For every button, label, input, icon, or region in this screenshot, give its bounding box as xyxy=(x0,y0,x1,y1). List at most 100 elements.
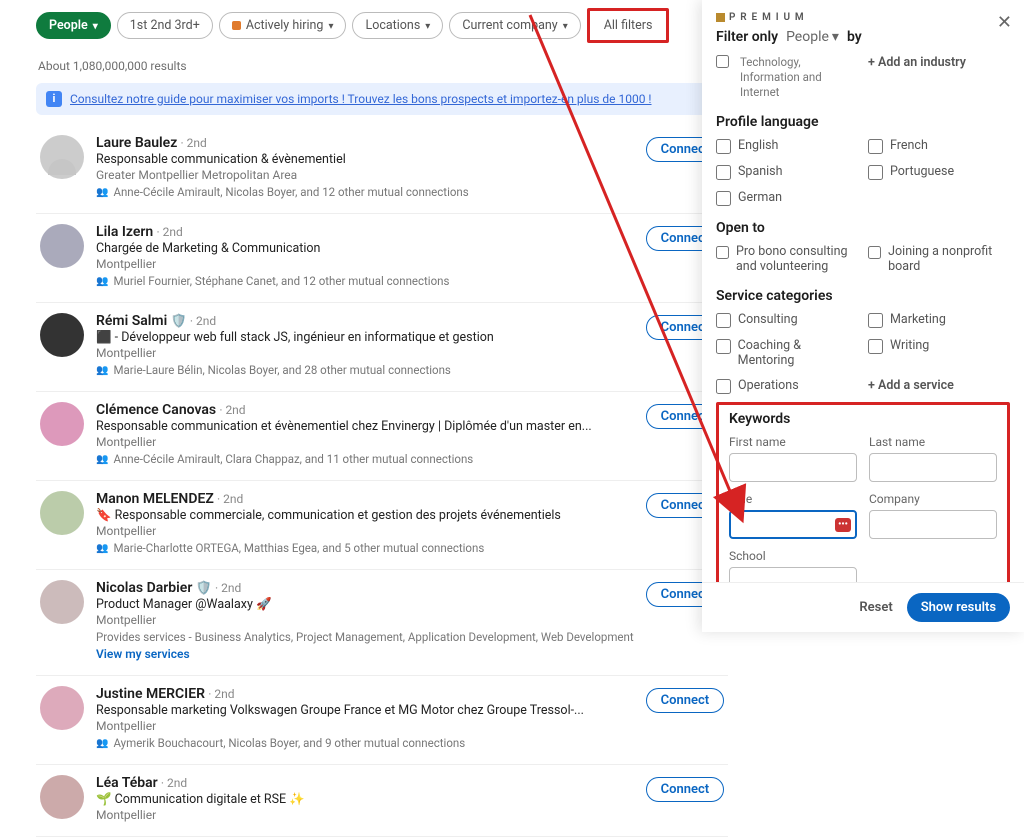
person-row: Rémi Salmi 🛡️ · 2nd ⬛ - Développeur web f… xyxy=(36,303,728,392)
filter-current-company[interactable]: Current company xyxy=(449,12,580,39)
view-services-link[interactable]: View my services xyxy=(96,647,634,661)
filter-people[interactable]: People xyxy=(36,12,111,39)
keywords-highlight: Keywords First name Last name Title ••• … xyxy=(716,402,1010,611)
person-name[interactable]: Léa Tébar xyxy=(96,775,158,791)
person-location: Montpellier xyxy=(96,346,634,360)
connect-button[interactable]: Connect xyxy=(646,777,725,802)
checkbox[interactable] xyxy=(716,55,729,68)
avatar[interactable] xyxy=(40,313,84,357)
person-location: Montpellier xyxy=(96,613,634,627)
connect-button[interactable]: Connect xyxy=(646,688,725,713)
avatar[interactable] xyxy=(40,135,84,179)
close-button[interactable]: ✕ xyxy=(997,12,1012,33)
person-name[interactable]: Rémi Salmi xyxy=(96,313,167,329)
checkbox[interactable] xyxy=(716,339,731,354)
avatar[interactable] xyxy=(40,224,84,268)
company-field: Company xyxy=(869,492,997,539)
mode-filter-only[interactable]: Filter only xyxy=(716,29,778,45)
mutual-icon: 👥 xyxy=(96,543,108,554)
add-industry-link[interactable]: + Add an industry xyxy=(868,55,1010,100)
results-column: About 1,080,000,000 results i Consultez … xyxy=(36,51,728,637)
person-location: Montpellier xyxy=(96,808,634,822)
field-label: First name xyxy=(729,435,857,449)
first-name-input[interactable] xyxy=(729,453,857,482)
person-headline: Chargée de Marketing & Communication xyxy=(96,241,634,256)
checkbox-option[interactable]: Portuguese xyxy=(868,164,1010,180)
person-row: Nicolas Darbier 🛡️ · 2ndProduct Manager … xyxy=(36,570,728,676)
panel-footer: Reset Show results xyxy=(702,582,1024,632)
mutual-connections: 👥Marie-Laure Bélin, Nicolas Boyer, and 2… xyxy=(96,363,634,377)
checkbox-option[interactable]: Joining a nonprofit board xyxy=(868,244,1010,274)
checkbox[interactable] xyxy=(868,245,881,260)
show-results-button[interactable]: Show results xyxy=(907,593,1010,622)
filter-degrees[interactable]: 1st 2nd 3rd+ xyxy=(117,12,213,39)
section-keywords: Keywords xyxy=(729,411,997,427)
mutual-connections: 👥Anne-Cécile Amirault, Nicolas Boyer, an… xyxy=(96,185,634,199)
person-location: Montpellier xyxy=(96,257,634,271)
filter-all-filters[interactable]: All filters xyxy=(592,13,665,38)
avatar[interactable] xyxy=(40,402,84,446)
checkbox[interactable] xyxy=(716,191,731,206)
industry-option[interactable]: Technology, Information and Internet xyxy=(716,55,858,100)
checkbox[interactable] xyxy=(868,339,883,354)
checkbox[interactable] xyxy=(716,165,731,180)
field-label: Title xyxy=(729,492,857,506)
checkbox[interactable] xyxy=(716,139,731,154)
field-label: School xyxy=(729,549,857,563)
checkbox[interactable] xyxy=(868,165,883,180)
checkbox[interactable] xyxy=(716,245,729,260)
checkbox-option[interactable]: Marketing xyxy=(868,312,1010,328)
person-name[interactable]: Manon MELENDEZ xyxy=(96,491,214,507)
person-row: Justine MERCIER · 2ndResponsable marketi… xyxy=(36,676,728,765)
checkbox-option[interactable]: Spanish xyxy=(716,164,858,180)
checkbox[interactable] xyxy=(716,313,731,328)
mutual-icon: 👥 xyxy=(96,276,108,287)
info-icon: i xyxy=(46,91,62,107)
person-name[interactable]: Clémence Canovas xyxy=(96,402,216,418)
premium-badge: P R E M I U M xyxy=(716,12,1010,23)
field-label: Last name xyxy=(869,435,997,449)
connection-degree: · 2nd xyxy=(190,314,216,328)
checkbox[interactable] xyxy=(868,139,883,154)
last-name-field: Last name xyxy=(869,435,997,482)
person-headline: Responsable communication et évènementie… xyxy=(96,419,634,434)
checkbox-option[interactable]: Writing xyxy=(868,338,1010,368)
person-name[interactable]: Laure Baulez xyxy=(96,135,177,151)
checkbox-option[interactable]: Coaching & Mentoring xyxy=(716,338,858,368)
avatar[interactable] xyxy=(40,491,84,535)
person-services: Provides services - Business Analytics, … xyxy=(96,630,634,644)
checkbox-option[interactable]: Pro bono consulting and volunteering xyxy=(716,244,858,274)
person-name[interactable]: Lila Izern xyxy=(96,224,153,240)
verified-icon: 🛡️ xyxy=(170,314,186,329)
company-input[interactable] xyxy=(869,510,997,539)
checkbox[interactable] xyxy=(868,313,883,328)
checkbox-option[interactable]: Operations xyxy=(716,378,858,394)
person-name[interactable]: Nicolas Darbier xyxy=(96,580,192,596)
avatar[interactable] xyxy=(40,775,84,819)
avatar[interactable] xyxy=(40,686,84,730)
person-name[interactable]: Justine MERCIER xyxy=(96,686,205,702)
mutual-connections: 👥Muriel Fournier, Stéphane Canet, and 12… xyxy=(96,274,634,288)
person-row: Laure Baulez · 2ndResponsable communicat… xyxy=(36,125,728,214)
person-headline: 🌱 Communication digitale et RSE ✨ xyxy=(96,792,634,807)
filter-locations[interactable]: Locations xyxy=(352,12,443,39)
mutual-icon: 👥 xyxy=(96,738,108,749)
avatar[interactable] xyxy=(40,580,84,624)
section-service-categories: Service categories xyxy=(716,288,1010,304)
mode-people-dropdown[interactable]: People ▾ xyxy=(786,29,839,45)
connection-degree: · 2nd xyxy=(156,225,182,239)
add-link[interactable]: + Add a service xyxy=(868,378,1010,394)
connection-degree: · 2nd xyxy=(217,492,243,506)
banner-link[interactable]: Consultez notre guide pour maximiser vos… xyxy=(70,92,652,106)
checkbox-option[interactable]: Consulting xyxy=(716,312,858,328)
reset-button[interactable]: Reset xyxy=(859,593,892,622)
checkbox-option[interactable]: French xyxy=(868,138,1010,154)
person-headline: ⬛ - Développeur web full stack JS, ingén… xyxy=(96,330,634,345)
filter-hiring[interactable]: Actively hiring xyxy=(219,12,347,39)
checkbox-option[interactable]: English xyxy=(716,138,858,154)
checkbox-option[interactable]: German xyxy=(716,190,858,206)
section-open-to: Open to xyxy=(716,220,1010,236)
person-headline: 🔖 Responsable commerciale, communication… xyxy=(96,508,634,523)
last-name-input[interactable] xyxy=(869,453,997,482)
checkbox[interactable] xyxy=(716,379,731,394)
